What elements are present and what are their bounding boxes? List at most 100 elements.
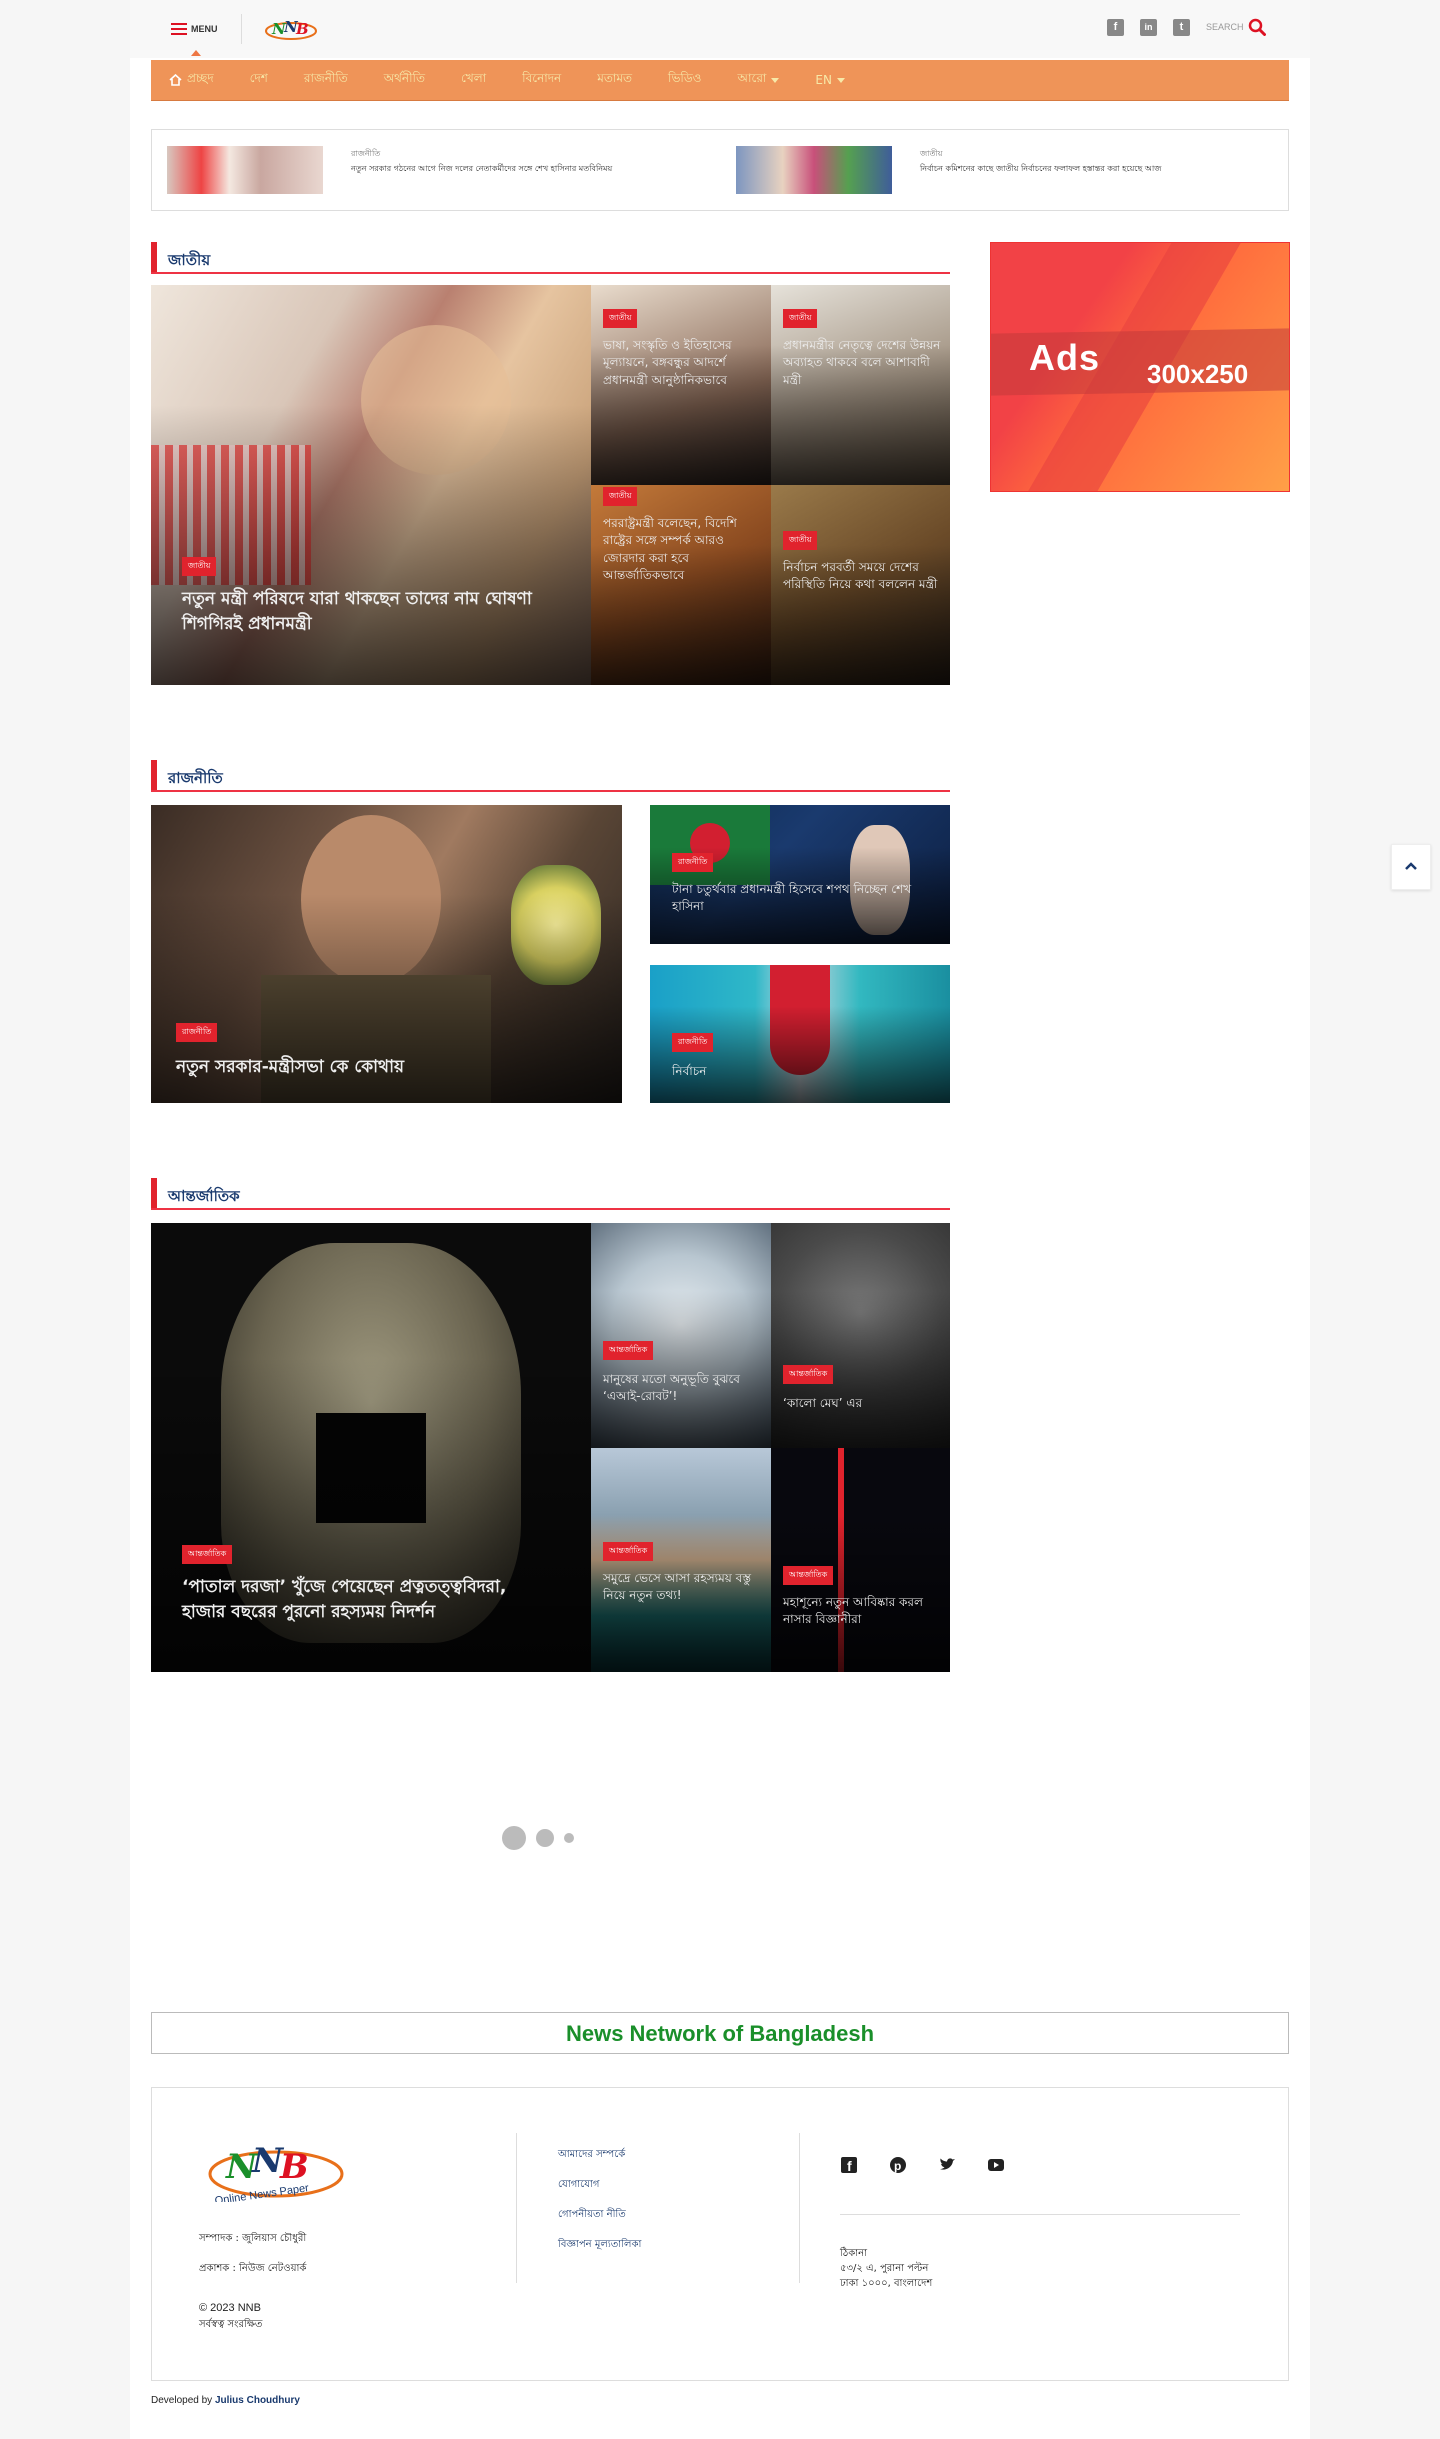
home-icon	[169, 74, 182, 86]
story-headline[interactable]: ‘কালো মেঘ’ এর	[783, 1395, 943, 1412]
category-badge[interactable]: আন্তর্জাতিক	[603, 1542, 654, 1561]
ad-label: Ads	[1029, 337, 1101, 378]
facebook-icon[interactable]: f	[840, 2156, 858, 2174]
category-badge[interactable]: জাতীয়	[603, 309, 638, 328]
nav-item-sports[interactable]: খেলা	[443, 60, 504, 100]
category-badge[interactable]: জাতীয়	[783, 309, 818, 328]
footer-link[interactable]: যোগাযোগ	[558, 2177, 599, 2194]
story-card[interactable]: রাজনীতি নির্বাচন	[650, 965, 950, 1103]
category-badge[interactable]: আন্তর্জাতিক	[783, 1365, 834, 1384]
lead-headline[interactable]: নতুন মন্ত্রী পরিষদে যারা থাকছেন তাদের না…	[182, 587, 542, 636]
page: MENU N N B f in t SEARCH প্রচ্ছদ দেশ রাজ…	[130, 0, 1310, 2439]
ad-banner[interactable]: Ads 300x250	[990, 242, 1290, 492]
nav-label: অর্থনীতি	[383, 71, 425, 85]
facebook-icon[interactable]: f	[1107, 19, 1124, 36]
category-badge[interactable]: আন্তর্জাতিক	[603, 1341, 654, 1360]
chevron-up-icon	[1405, 862, 1417, 870]
developer-link[interactable]: Julius Choudhury	[215, 2395, 300, 2406]
site-logo[interactable]: N N B	[262, 14, 320, 44]
story-card[interactable]: জাতীয় প্রধানমন্ত্রীর নেতৃত্বে দেশের উন্…	[771, 285, 950, 485]
lead-story-card[interactable]: রাজনীতি নতুন সরকার-মন্ত্রীসভা কে কোথায়	[151, 805, 622, 1103]
loading-dot	[502, 1826, 526, 1850]
copyright: © 2023 NNB	[199, 2302, 261, 2314]
search-icon[interactable]	[1248, 18, 1266, 36]
story-headline[interactable]: মহাশূন্যে নতুন আবিষ্কার করল নাসার বিজ্ঞা…	[783, 1594, 943, 1629]
lead-story-card[interactable]: জাতীয় নতুন মন্ত্রী পরিষদে যারা থাকছেন ত…	[151, 285, 591, 685]
category-badge[interactable]: আন্তর্জাতিক	[182, 1545, 233, 1564]
nav-item-video[interactable]: ভিডিও	[650, 60, 719, 100]
nav-label: মতামত	[597, 71, 633, 85]
lead-headline[interactable]: নতুন সরকার-মন্ত্রীসভা কে কোথায়	[176, 1055, 596, 1080]
story-card[interactable]: আন্তর্জাতিক ‘কালো মেঘ’ এর	[771, 1223, 950, 1448]
nav-item-more[interactable]: আরো	[720, 60, 798, 100]
story-card[interactable]: আন্তর্জাতিক সমুদ্রে ভেসে আসা রহস্যময় বস…	[591, 1448, 771, 1672]
nav-item-entertainment[interactable]: বিনোদন	[504, 60, 579, 100]
nav-item-politics[interactable]: রাজনীতি	[286, 60, 366, 100]
strip-thumbnail[interactable]	[167, 146, 323, 194]
category-badge[interactable]: জাতীয়	[783, 531, 818, 550]
image-overlay	[151, 1357, 591, 1672]
nav-item-home[interactable]: প্রচ্ছদ	[151, 60, 232, 100]
nav-label: EN	[815, 73, 832, 87]
twitter-icon[interactable]	[938, 2156, 956, 2174]
story-card[interactable]: জাতীয় নির্বাচন পরবর্তী সময়ে দেশের পরিস…	[771, 485, 950, 685]
nav-label: দেশ	[249, 71, 268, 85]
strip-category[interactable]: জাতীয়	[920, 148, 942, 161]
header-divider	[241, 14, 242, 44]
story-headline[interactable]: নির্বাচন পরবর্তী সময়ে দেশের পরিস্থিতি ন…	[783, 559, 943, 594]
story-card[interactable]: রাজনীতি টানা চতুর্থবার প্রধানমন্ত্রী হিস…	[650, 805, 950, 944]
section-title[interactable]: আন্তর্জাতিক	[168, 1185, 240, 1210]
strip-category[interactable]: রাজনীতি	[351, 148, 380, 161]
section-header: জাতীয়	[151, 242, 950, 274]
menu-label: MENU	[191, 24, 218, 34]
story-card[interactable]: আন্তর্জাতিক মানুষের মতো অনুভূতি বুঝবে ‘এ…	[591, 1223, 771, 1448]
section-title[interactable]: রাজনীতি	[168, 767, 223, 792]
nav-label: প্রচ্ছদ	[187, 71, 214, 85]
story-headline[interactable]: টানা চতুর্থবার প্রধানমন্ত্রী হিসেবে শপথ …	[672, 881, 922, 916]
strip-headline[interactable]: নতুন সরকার গঠনের আগে নিজ দলের নেতাকর্মীদ…	[351, 163, 612, 176]
menu-indicator	[191, 50, 201, 56]
scroll-to-top-button[interactable]	[1391, 844, 1431, 890]
footer-rule	[840, 2214, 1240, 2215]
section-header: রাজনীতি	[151, 760, 950, 792]
category-badge[interactable]: জাতীয়	[182, 557, 217, 576]
linkedin-icon[interactable]: in	[1140, 19, 1157, 36]
category-badge[interactable]: রাজনীতি	[672, 853, 714, 872]
story-headline[interactable]: পররাষ্ট্রমন্ত্রী বলেছেন, বিদেশি রাষ্ট্রে…	[603, 515, 763, 585]
story-card[interactable]: জাতীয় পররাষ্ট্রমন্ত্রী বলেছেন, বিদেশি র…	[591, 485, 771, 685]
svg-text:f: f	[847, 2158, 852, 2174]
menu-button[interactable]: MENU	[171, 18, 218, 40]
caret-down-icon	[771, 77, 780, 83]
nav-item-language[interactable]: EN	[797, 60, 863, 100]
caret-down-icon	[836, 77, 845, 83]
story-headline[interactable]: প্রধানমন্ত্রীর নেতৃত্বে দেশের উন্নয়ন অব…	[783, 337, 943, 389]
footer-link[interactable]: বিজ্ঞাপন মূল্যতালিকা	[558, 2237, 641, 2254]
story-headline[interactable]: ভাষা, সংস্কৃতি ও ইতিহাসের মূল্যায়নে, বঙ…	[603, 337, 763, 389]
category-badge[interactable]: আন্তর্জাতিক	[783, 1566, 834, 1585]
youtube-icon[interactable]	[987, 2156, 1005, 2174]
story-headline[interactable]: সমুদ্রে ভেসে আসা রহস্যময় বস্তু নিয়ে নত…	[603, 1570, 763, 1605]
twitter-icon[interactable]: t	[1173, 19, 1190, 36]
strip-thumbnail[interactable]	[736, 146, 892, 194]
strip-headline[interactable]: নির্বাচন কমিশনের কাছে জাতীয় নির্বাচনের …	[920, 163, 1161, 176]
story-card[interactable]: জাতীয় ভাষা, সংস্কৃতি ও ইতিহাসের মূল্যায…	[591, 285, 771, 485]
pinterest-icon[interactable]: p	[889, 2156, 907, 2174]
category-badge[interactable]: রাজনীতি	[672, 1033, 714, 1052]
developer-credit: Developed by Julius Choudhury	[151, 2395, 300, 2406]
footer-link[interactable]: গোপনীয়তা নীতি	[558, 2207, 626, 2224]
footer-link[interactable]: আমাদের সম্পর্কে	[558, 2147, 625, 2164]
editor-line: সম্পাদক : জুলিয়াস চৌধুরী	[199, 2233, 307, 2244]
category-badge[interactable]: জাতীয়	[603, 487, 638, 506]
story-card[interactable]: আন্তর্জাতিক মহাশূন্যে নতুন আবিষ্কার করল …	[771, 1448, 950, 1672]
nav-label: আরো	[737, 71, 767, 85]
story-headline[interactable]: নির্বাচন	[672, 1063, 922, 1080]
lead-headline[interactable]: ‘পাতাল দরজা’ খুঁজে পেয়েছেন প্রত্নতত্ত্ব…	[182, 1575, 542, 1624]
footer-logo[interactable]: N N B Online News Paper	[204, 2136, 346, 2202]
category-badge[interactable]: রাজনীতি	[176, 1023, 218, 1042]
lead-story-card[interactable]: আন্তর্জাতিক ‘পাতাল দরজা’ খুঁজে পেয়েছেন …	[151, 1223, 591, 1672]
story-headline[interactable]: মানুষের মতো অনুভূতি বুঝবে ‘এআই-রোবট’!	[603, 1371, 763, 1406]
section-title[interactable]: জাতীয়	[168, 249, 210, 274]
nav-item-economy[interactable]: অর্থনীতি	[366, 60, 443, 100]
nav-item-country[interactable]: দেশ	[232, 60, 286, 100]
nav-item-opinion[interactable]: মতামত	[579, 60, 650, 100]
